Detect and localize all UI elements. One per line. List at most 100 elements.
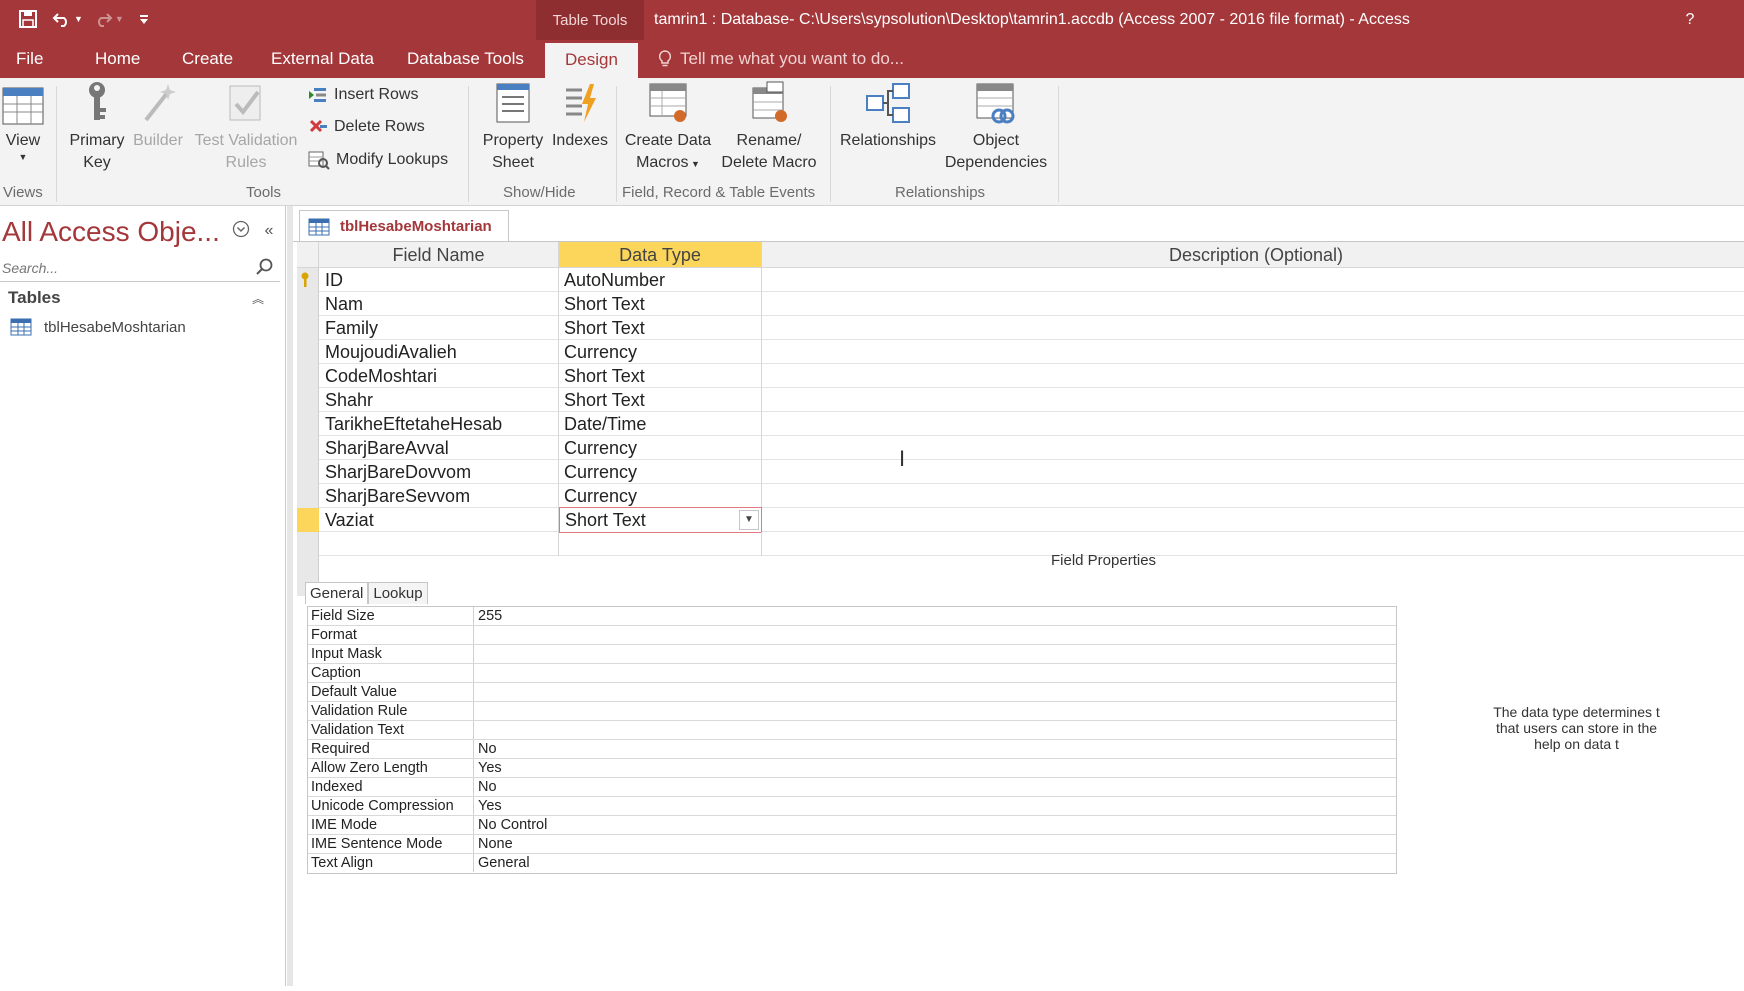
description-cell[interactable] [762, 340, 1744, 364]
undo-dropdown-icon[interactable]: ▼ [74, 14, 83, 24]
table-row[interactable]: SharjBareAvval Currency [319, 436, 1744, 460]
property-row[interactable]: Input Mask [308, 645, 1396, 664]
tab-file[interactable]: File [16, 40, 43, 78]
table-row[interactable]: Family Short Text [319, 316, 1744, 340]
nav-menu-dropdown-icon[interactable] [230, 220, 252, 242]
data-type-cell[interactable] [559, 532, 762, 556]
description-cell[interactable] [762, 316, 1744, 340]
property-row[interactable]: Default Value [308, 683, 1396, 702]
description-cell[interactable] [762, 484, 1744, 508]
table-row[interactable]: MoujoudiAvalieh Currency [319, 340, 1744, 364]
property-value[interactable] [474, 683, 478, 701]
insert-rows-button[interactable]: Insert Rows [308, 86, 418, 104]
property-value[interactable] [474, 664, 478, 682]
tab-home[interactable]: Home [95, 40, 140, 78]
property-row[interactable]: Indexed No [308, 778, 1396, 797]
property-value[interactable]: Yes [474, 797, 502, 815]
table-row-empty[interactable] [319, 532, 1744, 556]
tab-lookup[interactable]: Lookup [368, 582, 428, 604]
description-cell[interactable] [762, 412, 1744, 436]
data-type-cell[interactable]: Date/Time [559, 412, 762, 436]
property-sheet-button[interactable]: Property Sheet [478, 80, 548, 174]
field-name-cell[interactable]: TarikheEftetaheHesab [319, 412, 559, 436]
table-row[interactable]: SharjBareDovvom Currency [319, 460, 1744, 484]
tab-external-data[interactable]: External Data [271, 40, 374, 78]
property-value[interactable]: Yes [474, 759, 502, 777]
table-row[interactable]: Shahr Short Text [319, 388, 1744, 412]
field-name-header[interactable]: Field Name [319, 242, 559, 268]
redo-button[interactable] [89, 5, 117, 33]
customize-qat-button[interactable] [130, 5, 158, 33]
chevron-down-icon[interactable]: ▼ [739, 510, 759, 530]
property-value[interactable]: 255 [474, 607, 502, 625]
nav-pane-title[interactable]: All Access Obje... [2, 216, 220, 248]
document-tab[interactable]: tblHesabeMoshtarian [299, 210, 509, 242]
field-name-cell[interactable]: CodeMoshtari [319, 364, 559, 388]
description-header[interactable]: Description (Optional) [762, 242, 1744, 268]
property-row[interactable]: Format [308, 626, 1396, 645]
table-row[interactable]: Nam Short Text [319, 292, 1744, 316]
builder-button[interactable]: Builder [130, 80, 186, 152]
table-row[interactable]: ID AutoNumber [301, 268, 1744, 292]
property-row[interactable]: Required No [308, 740, 1396, 759]
table-row-selected[interactable]: Vaziat Short Text ▼ [319, 507, 1744, 533]
property-value[interactable]: None [474, 835, 513, 853]
modify-lookups-button[interactable]: Modify Lookups [308, 150, 448, 170]
property-row[interactable]: Caption [308, 664, 1396, 683]
description-cell[interactable] [762, 508, 1744, 532]
nav-search-input[interactable] [0, 256, 250, 280]
description-cell[interactable] [762, 364, 1744, 388]
description-cell[interactable] [762, 268, 1744, 292]
table-row[interactable]: CodeMoshtari Short Text [319, 364, 1744, 388]
property-row[interactable]: Validation Text [308, 721, 1396, 740]
property-value[interactable]: General [474, 854, 530, 872]
field-name-cell[interactable]: Family [319, 316, 559, 340]
data-type-cell[interactable]: AutoNumber [559, 268, 762, 292]
current-row-selector[interactable] [297, 508, 319, 532]
help-button[interactable]: ? [1676, 6, 1704, 34]
indexes-button[interactable]: Indexes [550, 80, 610, 152]
data-type-cell[interactable]: Short Text [559, 316, 762, 340]
field-name-cell[interactable] [319, 532, 559, 556]
data-type-cell[interactable]: Short Text [559, 292, 762, 316]
redo-dropdown-icon[interactable]: ▼ [115, 14, 124, 24]
view-button[interactable]: View ▼ [0, 86, 46, 162]
relationships-button[interactable]: Relationships [834, 80, 942, 152]
nav-item-table[interactable]: tblHesabeMoshtarian [10, 318, 186, 336]
tab-database-tools[interactable]: Database Tools [407, 40, 524, 78]
description-cell[interactable] [762, 292, 1744, 316]
tab-design[interactable]: Design [545, 43, 638, 78]
data-type-header[interactable]: Data Type [559, 242, 762, 268]
field-name-cell[interactable]: SharjBareAvval [319, 436, 559, 460]
property-value[interactable]: No Control [474, 816, 547, 834]
tell-me-box[interactable]: Tell me what you want to do... [658, 40, 904, 78]
field-name-cell[interactable]: MoujoudiAvalieh [319, 340, 559, 364]
data-type-cell[interactable]: Short Text [559, 364, 762, 388]
create-data-macros-button[interactable]: Create Data Macros ▼ [622, 80, 714, 175]
field-name-cell[interactable]: SharjBareSevvom [319, 484, 559, 508]
data-type-cell[interactable]: Currency [559, 460, 762, 484]
row-selector-column[interactable] [297, 268, 319, 596]
table-row[interactable]: TarikheEftetaheHesab Date/Time [319, 412, 1744, 436]
field-name-cell[interactable]: ID [319, 268, 559, 292]
property-row[interactable]: Text Align General [308, 854, 1396, 873]
data-type-cell[interactable]: Currency [559, 340, 762, 364]
rename-delete-macro-button[interactable]: Rename/ Delete Macro [714, 80, 824, 174]
tab-general[interactable]: General [305, 582, 369, 604]
property-row[interactable]: IME Sentence Mode None [308, 835, 1396, 854]
primary-key-button[interactable]: Primary Key [64, 80, 130, 174]
property-value[interactable] [474, 702, 478, 720]
tab-create[interactable]: Create [182, 40, 233, 78]
property-row[interactable]: Allow Zero Length Yes [308, 759, 1396, 778]
property-value[interactable] [474, 626, 478, 644]
data-type-combobox[interactable]: Short Text ▼ [559, 507, 762, 533]
object-dependencies-button[interactable]: Object Dependencies [940, 80, 1052, 174]
property-row[interactable]: Field Size 255 [308, 607, 1396, 626]
description-cell[interactable] [762, 388, 1744, 412]
data-type-cell[interactable]: Currency [559, 484, 762, 508]
collapse-group-icon[interactable]: ︽ [252, 290, 264, 307]
field-name-cell[interactable]: Nam [319, 292, 559, 316]
search-icon[interactable] [254, 257, 274, 277]
property-row[interactable]: IME Mode No Control [308, 816, 1396, 835]
undo-button[interactable] [48, 5, 76, 33]
